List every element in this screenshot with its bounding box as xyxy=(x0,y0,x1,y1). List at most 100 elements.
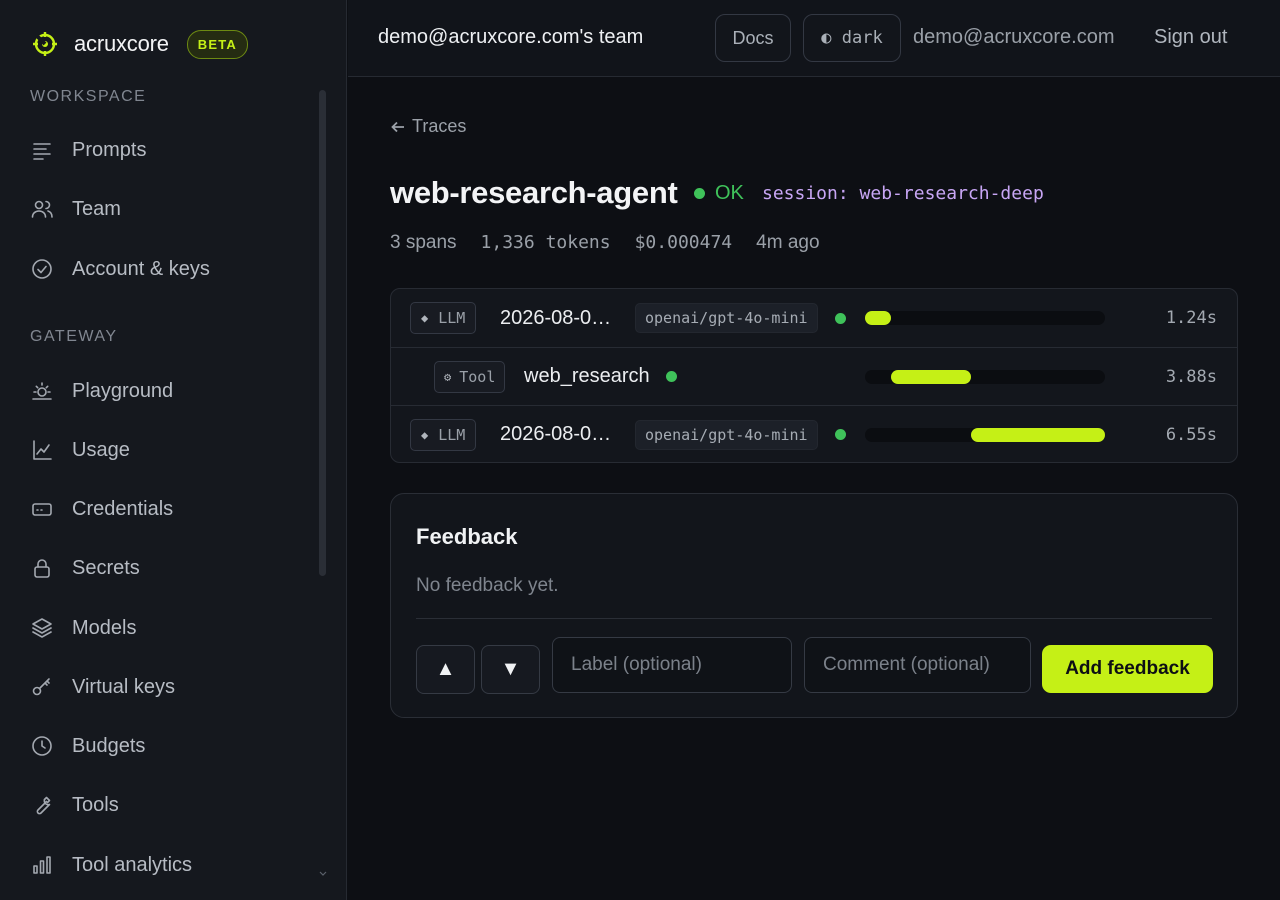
session-tag[interactable]: session: web-research-deep xyxy=(762,183,1044,204)
span-timeline-track xyxy=(865,427,1105,442)
span-timeline-bar xyxy=(865,311,892,325)
span-count: 3 spans xyxy=(390,232,457,253)
sidebar-item-secrets[interactable]: Secrets xyxy=(30,548,310,588)
status-badge: OK xyxy=(694,182,744,205)
sidebar-item-label: Tool analytics xyxy=(72,853,193,876)
comment-placeholder: Comment (optional) xyxy=(823,654,990,675)
sidebar-item-label: Models xyxy=(72,616,137,639)
span-duration: 3.88s xyxy=(1165,366,1217,387)
line-chart-icon xyxy=(33,440,52,460)
span-timeline-track xyxy=(865,311,1105,325)
feedback-label-input[interactable]: Label (optional) xyxy=(552,637,792,693)
back-to-traces-link[interactable]: Traces xyxy=(390,116,466,137)
sidebar-item-label: Usage xyxy=(72,438,130,461)
lines-icon xyxy=(33,143,51,160)
lock-icon xyxy=(34,559,50,578)
triangle-up-icon: ▲ xyxy=(435,658,456,680)
feedback-title: Feedback xyxy=(416,524,518,549)
span-timeline-bar xyxy=(970,427,1105,442)
layers-icon xyxy=(32,618,52,638)
bar-chart-icon xyxy=(33,856,51,874)
span-row[interactable]: ◆ LLM 2026-08-0… openai/gpt-4o-mini 1.24… xyxy=(391,289,1237,347)
top-header: demo@acruxcore.com's team Docs ◐ dark de… xyxy=(348,0,1280,77)
session-key: session: xyxy=(762,183,849,204)
sidebar-item-models[interactable]: Models xyxy=(30,608,310,648)
trace-cost: $0.000474 xyxy=(634,232,733,253)
add-feedback-button[interactable]: Add feedback xyxy=(1042,645,1213,693)
diamond-icon: ◆ xyxy=(421,427,429,442)
span-duration: 6.55s xyxy=(1165,424,1217,445)
span-duration: 1.24s xyxy=(1165,308,1217,328)
theme-toggle-button[interactable]: ◐ dark xyxy=(803,14,901,62)
span-row[interactable]: ◆ LLM 2026-08-0… openai/gpt-4o-mini 6.55… xyxy=(391,405,1237,462)
divider xyxy=(416,618,1212,619)
status-dot xyxy=(694,188,705,199)
span-timeline-track xyxy=(865,369,1105,384)
span-model: openai/gpt-4o-mini xyxy=(635,303,818,333)
sidebar-item-label: Tools xyxy=(72,793,119,816)
sidebar-item-account-keys[interactable]: Account & keys xyxy=(30,249,310,289)
beta-badge: BETA xyxy=(186,29,249,59)
session-value: web-research-deep xyxy=(859,183,1044,204)
sidebar: acruxcore BETA WORKSPACE Prompts Team Ac… xyxy=(0,0,347,900)
feedback-comment-input[interactable]: Comment (optional) xyxy=(804,637,1031,693)
sidebar-item-label: Playground xyxy=(72,379,174,402)
key-icon xyxy=(32,678,50,696)
triangle-down-icon: ▼ xyxy=(500,658,521,680)
sidebar-item-playground[interactable]: Playground xyxy=(30,371,310,411)
scroll-down-icon[interactable] xyxy=(319,868,327,878)
users-icon xyxy=(31,200,53,218)
span-model: openai/gpt-4o-mini xyxy=(635,419,818,450)
span-kind-badge: ◆ LLM xyxy=(410,302,477,334)
sidebar-item-usage[interactable]: Usage xyxy=(30,430,310,470)
span-kind-badge: ◆ LLM xyxy=(410,418,477,451)
span-kind-badge: ⚙ Tool xyxy=(434,360,506,393)
sidebar-item-tools[interactable]: Tools xyxy=(30,785,310,825)
sidebar-item-virtual-keys[interactable]: Virtual keys xyxy=(30,667,310,707)
check-circle-icon xyxy=(32,259,52,279)
diamond-icon: ◆ xyxy=(421,311,429,325)
thumbs-up-button[interactable]: ▲ xyxy=(416,645,475,694)
sidebar-item-tool-analytics[interactable]: Tool analytics xyxy=(30,845,310,885)
logo-icon xyxy=(33,32,57,56)
team-name: demo@acruxcore.com's team xyxy=(378,26,644,48)
brand[interactable]: acruxcore BETA xyxy=(30,28,249,60)
span-status-dot xyxy=(666,371,677,382)
card-icon xyxy=(32,503,52,516)
back-label: Traces xyxy=(412,116,467,136)
sidebar-item-label: Account & keys xyxy=(72,257,210,280)
span-kind: LLM xyxy=(438,309,466,327)
sun-icon xyxy=(32,382,52,400)
docs-button[interactable]: Docs xyxy=(715,14,791,62)
trace-meta: 3 spans 1,336 tokens $0.000474 4m ago xyxy=(390,232,844,254)
span-kind: Tool xyxy=(459,367,496,386)
sidebar-item-label: Team xyxy=(72,197,121,220)
trace-age: 4m ago xyxy=(756,232,820,253)
span-list: ◆ LLM 2026-08-0… openai/gpt-4o-mini 1.24… xyxy=(390,288,1238,463)
sidebar-item-label: Credentials xyxy=(72,497,174,520)
span-status-dot xyxy=(835,312,846,324)
span-name: 2026-08-0… xyxy=(500,306,612,329)
span-row[interactable]: ⚙ Tool web_research 3.88s xyxy=(391,347,1237,405)
clock-icon xyxy=(32,736,52,756)
feedback-empty-state: No feedback yet. xyxy=(416,575,559,596)
span-timeline-bar xyxy=(891,369,971,384)
label-placeholder: Label (optional) xyxy=(571,654,702,675)
sidebar-item-team[interactable]: Team xyxy=(30,189,310,229)
sign-out-link[interactable]: Sign out xyxy=(1154,26,1227,49)
trace-title: web-research-agent xyxy=(390,175,678,210)
sidebar-item-credentials[interactable]: Credentials xyxy=(30,489,310,529)
sidebar-scrollbar[interactable] xyxy=(319,90,326,576)
gear-icon: ⚙ xyxy=(444,369,452,384)
span-status-dot xyxy=(835,429,846,440)
wrench-icon xyxy=(36,796,51,815)
span-name: web_research xyxy=(524,365,650,387)
user-email: demo@acruxcore.com xyxy=(913,26,1115,48)
section-label-gateway: GATEWAY xyxy=(30,328,118,345)
sidebar-item-label: Prompts xyxy=(72,138,147,161)
sidebar-item-label: Virtual keys xyxy=(72,675,176,698)
brand-name: acruxcore xyxy=(74,31,169,56)
sidebar-item-budgets[interactable]: Budgets xyxy=(30,726,310,766)
thumbs-down-button[interactable]: ▼ xyxy=(481,645,540,694)
sidebar-item-prompts[interactable]: Prompts xyxy=(30,130,310,170)
